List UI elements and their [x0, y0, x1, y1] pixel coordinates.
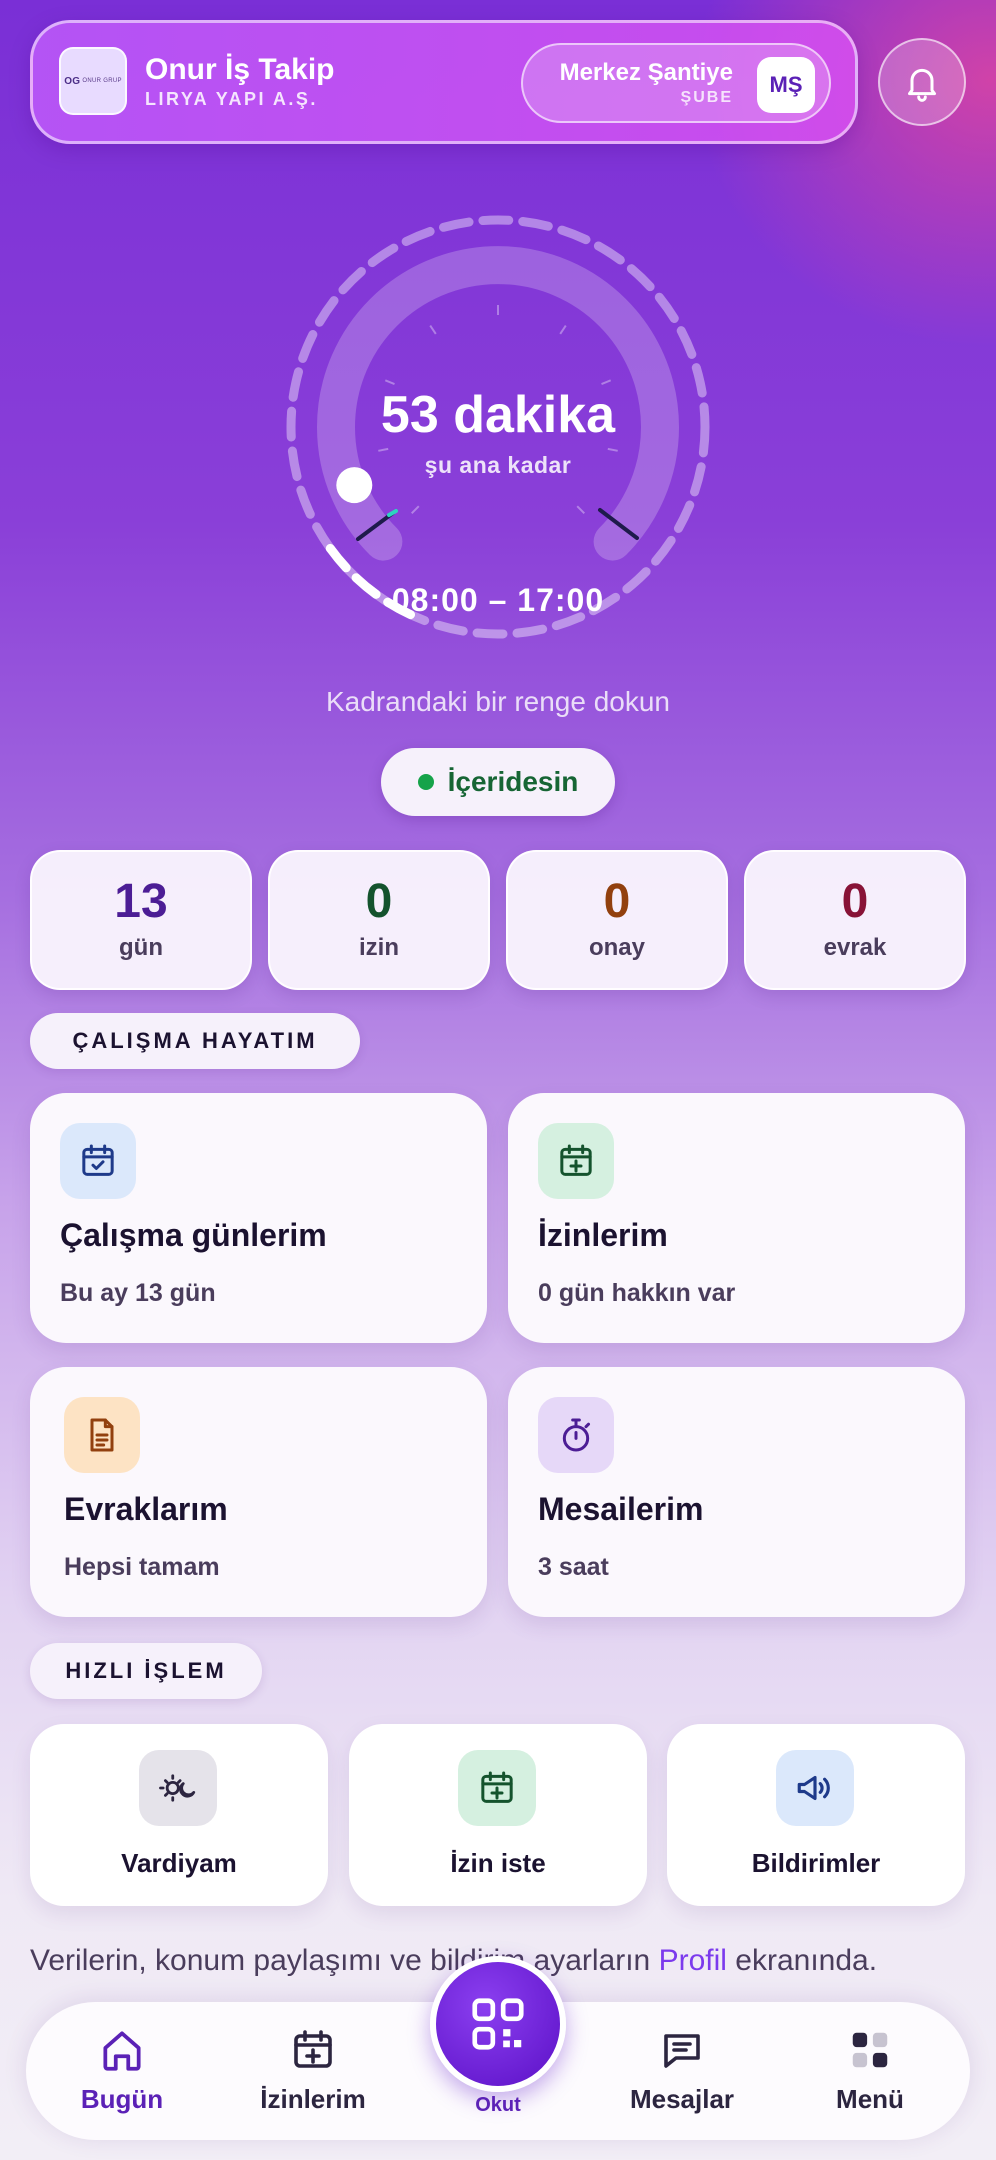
card-subtitle: 3 saat	[538, 1553, 609, 1581]
section-title-quick: HIZLI İŞLEM	[30, 1643, 262, 1699]
quick-icon-wrap	[776, 1750, 854, 1826]
stat-value: 0	[841, 875, 869, 928]
settings-note-text: Verilerin, konum paylaşımı ve bildirim a…	[30, 1944, 659, 1977]
card-title: Çalışma günlerim	[60, 1217, 327, 1253]
quick-action-label: Bildirimler	[751, 1848, 881, 1878]
card-subtitle: Bu ay 13 gün	[60, 1279, 216, 1307]
company-name: LIRYA YAPI A.Ş.	[145, 89, 318, 109]
quick-action-announcements[interactable]: Bildirimler	[667, 1724, 965, 1906]
megaphone-icon	[797, 1775, 830, 1801]
company-logo[interactable]: OG ONUR GRUP	[59, 47, 127, 115]
status-badge[interactable]: İçeridesin	[381, 748, 615, 816]
scan-label: Okut	[475, 2094, 521, 2116]
card-icon-wrap	[538, 1397, 614, 1473]
profile-link[interactable]: Profil	[659, 1944, 727, 1977]
bell-icon	[908, 68, 936, 102]
card-documents[interactable]: Evraklarım Hepsi tamam	[30, 1367, 487, 1617]
status-label: İçeridesin	[447, 766, 579, 797]
card-leaves[interactable]: İzinlerim 0 gün hakkın var	[508, 1093, 965, 1343]
stat-label: gün	[119, 934, 163, 961]
header-bar: OG ONUR GRUP Onur İş Takip LIRYA YAPI A.…	[30, 20, 858, 144]
stat-label: onay	[588, 934, 645, 961]
quick-action-label: Vardiyam	[121, 1848, 237, 1878]
qr-scan-icon	[472, 1998, 524, 2050]
stat-label: izin	[359, 934, 399, 961]
card-work-days[interactable]: Çalışma günlerim Bu ay 13 gün	[30, 1093, 487, 1343]
status-dot-icon	[417, 774, 434, 790]
card-icon-wrap	[64, 1397, 140, 1473]
stopwatch-icon	[562, 1418, 590, 1452]
calendar-check-icon	[82, 1144, 114, 1176]
branch-type: ŞUBE	[680, 89, 733, 106]
dial-tick	[601, 379, 612, 386]
nav-label: Bugün	[80, 2084, 164, 2114]
card-subtitle: 0 gün hakkın var	[538, 1279, 736, 1307]
message-icon	[664, 2034, 700, 2068]
quick-action-shift[interactable]: Vardiyam	[30, 1724, 328, 1906]
quick-icon-wrap	[458, 1750, 536, 1826]
nav-item-today[interactable]: Bugün	[42, 2022, 202, 2122]
dial-tick	[410, 505, 420, 515]
work-time-dial[interactable]: 53 dakika şu ana kadar 08:00 – 17:00	[0, 190, 996, 670]
stat-value: 13	[114, 875, 168, 928]
document-icon	[90, 1418, 114, 1452]
card-subtitle: Hepsi tamam	[64, 1553, 220, 1581]
quick-action-label: İzin iste	[450, 1848, 546, 1878]
card-overtime[interactable]: Mesailerim 3 saat	[508, 1367, 965, 1617]
elapsed-time: 53 dakika	[380, 386, 616, 444]
dial-tick	[378, 447, 389, 452]
home-icon	[103, 2031, 141, 2071]
stat-value: 0	[603, 875, 631, 928]
card-title: Evraklarım	[64, 1491, 228, 1527]
branch-selector[interactable]: Merkez Şantiye ŞUBE MŞ	[521, 43, 831, 123]
stat-card-documents[interactable]: 0 evrak	[744, 850, 966, 990]
app-title: Onur İş Takip	[145, 53, 335, 86]
grid-menu-icon	[852, 2032, 888, 2068]
logo-mark-icon: OG	[64, 75, 81, 87]
nav-item-messages[interactable]: Mesajlar	[602, 2022, 762, 2122]
nav-item-menu[interactable]: Menü	[790, 2022, 950, 2122]
card-icon-wrap	[60, 1123, 136, 1199]
sun-moon-icon	[159, 1774, 196, 1802]
card-title: İzinlerim	[538, 1217, 668, 1253]
nav-item-leaves[interactable]: İzinlerim	[233, 2022, 393, 2122]
card-icon-wrap	[538, 1123, 614, 1199]
logo-text: ONUR GRUP	[82, 78, 122, 84]
stat-card-days[interactable]: 13 gün	[30, 850, 252, 990]
nav-label: Mesajlar	[629, 2084, 735, 2114]
elapsed-caption: şu ana kadar	[424, 452, 572, 478]
card-title: Mesailerim	[538, 1491, 704, 1527]
calendar-plus-icon	[481, 1771, 513, 1803]
branch-name: Merkez Şantiye	[559, 59, 733, 86]
notifications-button[interactable]	[878, 38, 966, 126]
shift-range: 08:00 – 17:00	[391, 582, 605, 618]
scan-button[interactable]	[430, 1956, 566, 2092]
dial-tick	[576, 505, 586, 515]
dial-tick	[429, 325, 437, 335]
dial-tick	[559, 325, 567, 335]
dial-tick	[607, 447, 618, 452]
dial-hint: Kadrandaki bir renge dokun	[325, 686, 670, 717]
calendar-plus-icon	[294, 2030, 332, 2068]
settings-note-text-end: ekranında.	[726, 1944, 878, 1977]
nav-label: Menü	[836, 2084, 904, 2114]
branch-badge: MŞ	[757, 57, 815, 113]
stat-card-approval[interactable]: 0 onay	[506, 850, 728, 990]
calendar-plus-icon	[560, 1144, 592, 1176]
quick-action-request-leave[interactable]: İzin iste	[349, 1724, 647, 1906]
section-title-work: ÇALIŞMA HAYATIM	[30, 1013, 360, 1069]
quick-icon-wrap	[139, 1750, 217, 1826]
nav-label: İzinlerim	[260, 2084, 366, 2114]
dial-tick	[384, 379, 395, 386]
stat-label: evrak	[823, 934, 887, 961]
stat-value: 0	[365, 875, 393, 928]
stat-card-leave[interactable]: 0 izin	[268, 850, 490, 990]
